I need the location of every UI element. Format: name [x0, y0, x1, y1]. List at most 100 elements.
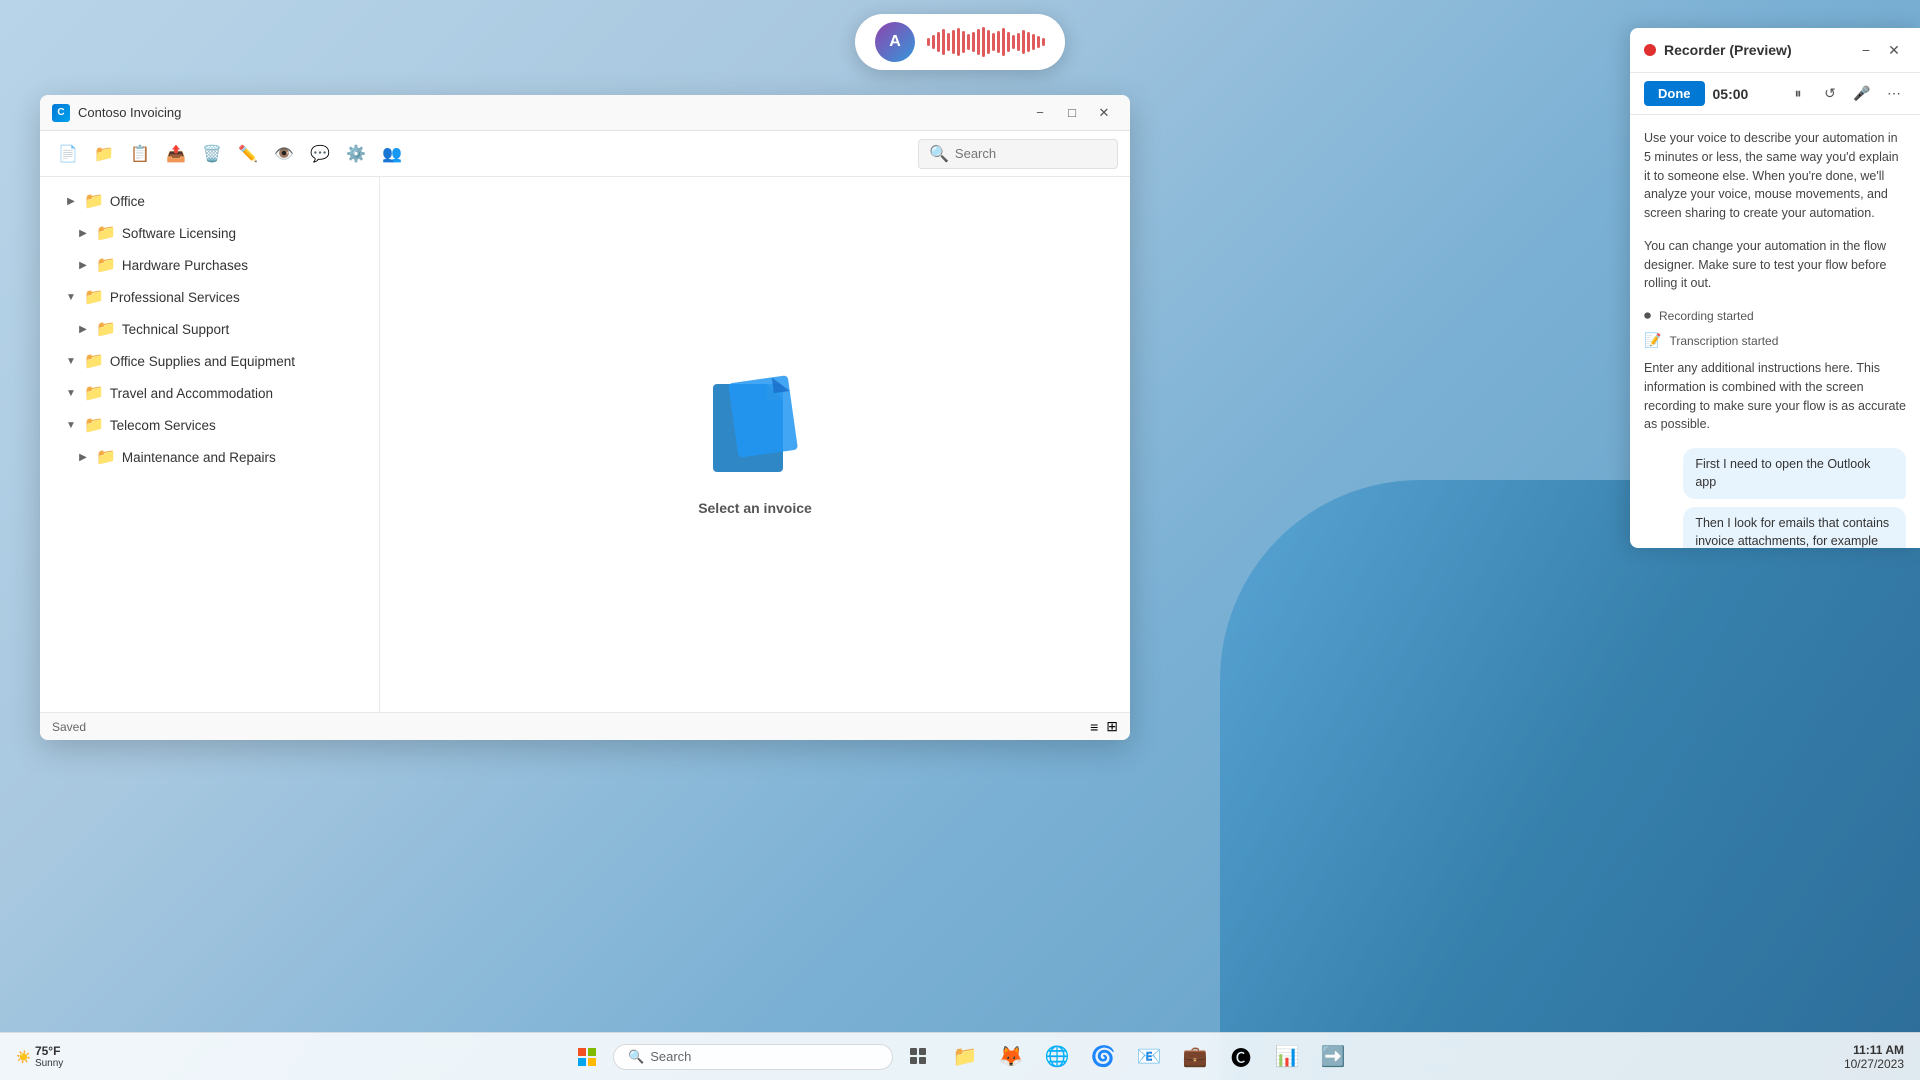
view-button[interactable]: 👁️: [268, 138, 300, 170]
minimize-button[interactable]: −: [1026, 102, 1054, 124]
chat-bubble-content: First I need to open the Outlook app: [1683, 448, 1906, 499]
nav-item-travel[interactable]: ▼ 📁 Travel and Accommodation: [40, 377, 379, 409]
chevron-right-icon: ▶: [76, 260, 90, 271]
folder-icon: 📁: [84, 351, 104, 371]
weather-icon: ☀️: [16, 1050, 31, 1064]
nav-label: Technical Support: [122, 322, 229, 337]
folder-icon: 📁: [84, 415, 104, 435]
grid-view-button[interactable]: ⊞: [1106, 718, 1118, 735]
start-button[interactable]: [567, 1037, 607, 1077]
transcription-status-text: Transcription started: [1669, 334, 1778, 348]
settings-button[interactable]: ⚙️: [340, 138, 372, 170]
recorder-instructions: Enter any additional instructions here. …: [1644, 359, 1906, 434]
nav-sidebar: ▶ 📁 Office ▶ 📁 Software Licensing ▶ 📁 Ha…: [40, 177, 380, 712]
nav-label: Travel and Accommodation: [110, 386, 273, 401]
taskbar-app-arrow[interactable]: ➡️: [1313, 1037, 1353, 1077]
folder-icon: 📁: [96, 447, 116, 467]
folder-icon: 📁: [96, 319, 116, 339]
minimize-recorder-button[interactable]: −: [1854, 38, 1878, 62]
nav-item-maintenance[interactable]: ▶ 📁 Maintenance and Repairs: [40, 441, 379, 473]
nav-item-hardware-purchases[interactable]: ▶ 📁 Hardware Purchases: [40, 249, 379, 281]
toolbar: 📄 📁 📋 📤 🗑️ ✏️ 👁️ 💬 ⚙️ 👥 🔍: [40, 131, 1130, 177]
new-item-button[interactable]: 📄: [52, 138, 84, 170]
weather-widget[interactable]: ☀️ 75°F Sunny: [8, 1044, 71, 1069]
taskbar-app-firefox[interactable]: 🦊: [991, 1037, 1031, 1077]
recorder-controls: − ✕: [1854, 38, 1906, 62]
edit-button[interactable]: ✏️: [232, 138, 264, 170]
close-button[interactable]: ✕: [1090, 102, 1118, 124]
weather-condition: Sunny: [35, 1058, 63, 1069]
search-box[interactable]: 🔍: [918, 139, 1118, 169]
clock-widget[interactable]: 11:11 AM 10/27/2023: [1844, 1043, 1904, 1071]
clock-date: 10/27/2023: [1844, 1057, 1904, 1071]
nav-label: Software Licensing: [122, 226, 236, 241]
nav-item-professional-services[interactable]: ▼ 📁 Professional Services: [40, 281, 379, 313]
taskbar-app-edge[interactable]: 🌀: [1083, 1037, 1123, 1077]
taskbar-search[interactable]: 🔍 Search: [613, 1044, 893, 1070]
recording-indicator: [1644, 44, 1656, 56]
taskbar-app-files[interactable]: 📁: [945, 1037, 985, 1077]
pause-button[interactable]: ⏸: [1786, 82, 1810, 106]
voice-waveform: [927, 27, 1045, 57]
content-area: Select an invoice: [380, 177, 1130, 712]
taskbar-app-excel[interactable]: 📊: [1267, 1037, 1307, 1077]
folder-button[interactable]: 📁: [88, 138, 120, 170]
mic-button[interactable]: 🎤: [1850, 82, 1874, 106]
title-bar: C Contoso Invoicing − □ ✕: [40, 95, 1130, 131]
chevron-right-icon: ▶: [76, 452, 90, 463]
folder-icon: 📁: [84, 287, 104, 307]
folder-icon: 📁: [96, 255, 116, 275]
chat-message-2: Then I look for emails that contains inv…: [1644, 507, 1906, 548]
invoice-illustration: [705, 374, 805, 484]
file-button[interactable]: 📋: [124, 138, 156, 170]
recorder-title: Recorder (Preview): [1664, 42, 1846, 58]
chevron-right-icon: ▶: [64, 196, 78, 207]
recording-status-text: Recording started: [1659, 309, 1754, 323]
voice-recorder-overlay: A: [855, 14, 1065, 70]
close-recorder-button[interactable]: ✕: [1882, 38, 1906, 62]
nav-item-office[interactable]: ▶ 📁 Office: [40, 185, 379, 217]
saved-status: Saved: [52, 720, 86, 734]
comment-button[interactable]: 💬: [304, 138, 336, 170]
nav-label: Maintenance and Repairs: [122, 450, 276, 465]
chevron-down-icon: ▼: [64, 292, 78, 303]
chevron-right-icon: ▶: [76, 324, 90, 335]
transcription-status: 📝 Transcription started: [1644, 332, 1906, 349]
nav-label: Professional Services: [110, 290, 240, 305]
taskbar-app-teams[interactable]: 💼: [1175, 1037, 1215, 1077]
nav-item-software-licensing[interactable]: ▶ 📁 Software Licensing: [40, 217, 379, 249]
share-button[interactable]: 👥: [376, 138, 408, 170]
export-button[interactable]: 📤: [160, 138, 192, 170]
nav-label: Hardware Purchases: [122, 258, 248, 273]
taskbar-center: 🔍 Search 📁 🦊 🌐 🌀 📧 💼 🅒 📊 ➡️: [567, 1037, 1353, 1077]
outlook-window: C Contoso Invoicing − □ ✕ 📄 📁 📋 📤 🗑️ ✏️ …: [40, 95, 1130, 740]
nav-item-telecom[interactable]: ▼ 📁 Telecom Services: [40, 409, 379, 441]
taskbar-search-text: Search: [650, 1049, 691, 1064]
recorder-header: Recorder (Preview) − ✕: [1630, 28, 1920, 73]
done-button[interactable]: Done: [1644, 81, 1705, 106]
taskbar-app-chrome[interactable]: 🌐: [1037, 1037, 1077, 1077]
recorder-toolbar: Done 05:00 ⏸ ↺ 🎤 ⋯: [1630, 73, 1920, 115]
transcription-status-icon: 📝: [1644, 332, 1661, 349]
nav-item-technical-support[interactable]: ▶ 📁 Technical Support: [40, 313, 379, 345]
delete-button[interactable]: 🗑️: [196, 138, 228, 170]
recorder-body: Use your voice to describe your automati…: [1630, 115, 1920, 548]
nav-label: Office Supplies and Equipment: [110, 354, 295, 369]
more-options-button[interactable]: ⋯: [1882, 82, 1906, 106]
taskbar-app-copilot[interactable]: 🅒: [1221, 1037, 1261, 1077]
temperature: 75°F: [35, 1044, 63, 1058]
reset-button[interactable]: ↺: [1818, 82, 1842, 106]
chevron-down-icon: ▼: [64, 388, 78, 399]
select-invoice-label: Select an invoice: [698, 500, 812, 516]
search-input[interactable]: [955, 146, 1107, 161]
task-view-button[interactable]: [899, 1037, 939, 1077]
chat-message-1: First I need to open the Outlook app: [1644, 448, 1906, 499]
list-view-button[interactable]: ≡: [1090, 719, 1098, 735]
chevron-right-icon: ▶: [76, 228, 90, 239]
maximize-button[interactable]: □: [1058, 102, 1086, 124]
recorder-description-2: You can change your automation in the fl…: [1644, 237, 1906, 293]
nav-item-office-supplies[interactable]: ▼ 📁 Office Supplies and Equipment: [40, 345, 379, 377]
search-icon: 🔍: [929, 144, 949, 164]
taskbar-app-mail[interactable]: 📧: [1129, 1037, 1169, 1077]
recorder-timer: 05:00: [1713, 86, 1779, 102]
